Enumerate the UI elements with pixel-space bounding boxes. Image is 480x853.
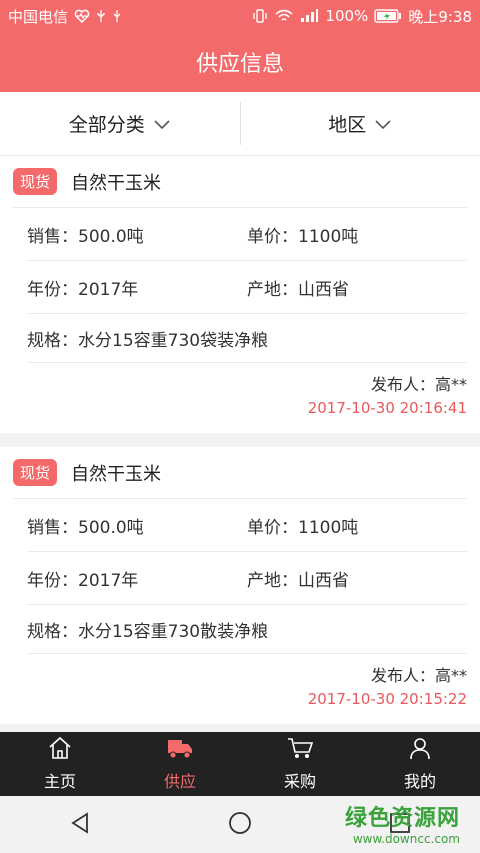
spec-value: 规格：水分15容重730散装净粮 xyxy=(27,621,269,642)
signal-icon xyxy=(299,9,319,23)
category-filter[interactable]: 全部分类 xyxy=(0,92,240,155)
wifi-icon xyxy=(275,9,293,23)
product-name: 自然干玉米 xyxy=(71,463,162,485)
publish-time: 2017-10-30 20:16:41 xyxy=(307,399,467,417)
year-value: 年份：2017年 xyxy=(27,570,139,591)
back-icon[interactable] xyxy=(69,811,91,839)
sales-value: 销售：500.0吨 xyxy=(27,517,144,538)
card-row: 规格：水分15容重730袋装净粮 xyxy=(27,314,467,363)
card-header: 现货 自然干玉米 xyxy=(13,447,467,499)
product-name: 自然干玉米 xyxy=(71,172,162,194)
battery-icon xyxy=(374,9,402,23)
home-icon xyxy=(47,736,73,764)
tab-home[interactable]: 主页 xyxy=(0,732,120,796)
card-row: 销售：500.0吨 单价：1100吨 xyxy=(27,208,467,261)
title-bar: 供应信息 xyxy=(0,32,480,92)
publisher: 发布人：高** xyxy=(370,666,467,685)
card-row: 年份：2017年 产地：山西省 xyxy=(27,261,467,314)
watermark-url: www.downcc.com xyxy=(352,832,460,846)
year-value: 年份：2017年 xyxy=(27,279,139,300)
stock-tag: 现货 xyxy=(13,459,58,486)
origin-value: 产地：山西省 xyxy=(247,570,349,591)
card-row: 销售：500.0吨 单价：1100吨 xyxy=(27,499,467,552)
price-value: 单价：1100吨 xyxy=(247,226,359,247)
chevron-down-icon xyxy=(374,113,392,135)
sales-value: 销售：500.0吨 xyxy=(27,226,144,247)
bottom-tab-bar: 主页 供应 采购 我的 xyxy=(0,732,480,796)
watermark-title: 绿色资源网 xyxy=(344,806,460,831)
status-bar: 中国电信 100% 晚上9:38 xyxy=(0,0,480,32)
heart-rate-icon xyxy=(74,9,90,23)
tab-home-label: 主页 xyxy=(43,772,76,791)
truck-icon xyxy=(166,736,194,764)
cart-icon xyxy=(286,736,314,764)
category-filter-label: 全部分类 xyxy=(68,114,145,136)
clock: 晚上9:38 xyxy=(408,7,472,26)
card-row: 年份：2017年 产地：山西省 xyxy=(27,552,467,605)
publisher: 发布人：高** xyxy=(370,375,467,394)
chevron-down-icon xyxy=(153,113,171,135)
usb-debug-icon xyxy=(112,9,122,23)
tab-mine-label: 我的 xyxy=(403,772,436,791)
spec-value: 规格：水分15容重730袋装净粮 xyxy=(27,330,269,351)
tab-supply[interactable]: 供应 xyxy=(120,732,240,796)
origin-value: 产地：山西省 xyxy=(247,279,349,300)
stock-tag: 现货 xyxy=(13,168,58,195)
carrier-label: 中国电信 xyxy=(8,7,69,26)
card-header: 现货 自然干玉米 xyxy=(13,156,467,208)
tab-purchase[interactable]: 采购 xyxy=(240,732,360,796)
home-circle-icon[interactable] xyxy=(228,811,252,839)
region-filter-label: 地区 xyxy=(328,114,367,136)
supply-card[interactable]: 现货 自然干玉米 销售：500.0吨 单价：1100吨 年份：2017年 产地：… xyxy=(0,156,480,433)
tab-mine[interactable]: 我的 xyxy=(360,732,480,796)
filter-bar: 全部分类 地区 xyxy=(0,92,480,156)
supply-list: 现货 自然干玉米 销售：500.0吨 单价：1100吨 年份：2017年 产地：… xyxy=(0,156,480,732)
battery-percent: 100% xyxy=(325,7,369,25)
page-title: 供应信息 xyxy=(195,52,284,77)
usb-icon xyxy=(96,9,106,23)
card-row: 规格：水分15容重730散装净粮 xyxy=(27,605,467,654)
supply-card[interactable]: 现货 自然干玉米 销售：500.0吨 单价：1100吨 年份：2017年 产地：… xyxy=(0,447,480,724)
price-value: 单价：1100吨 xyxy=(247,517,359,538)
publish-time: 2017-10-30 20:15:22 xyxy=(307,690,467,708)
region-filter[interactable]: 地区 xyxy=(241,92,480,155)
watermark: 绿色资源网 www.downcc.com xyxy=(345,800,460,846)
tab-purchase-label: 采购 xyxy=(283,772,316,791)
person-icon xyxy=(408,736,432,764)
vibrate-icon xyxy=(251,9,269,23)
tab-supply-label: 供应 xyxy=(163,772,196,791)
